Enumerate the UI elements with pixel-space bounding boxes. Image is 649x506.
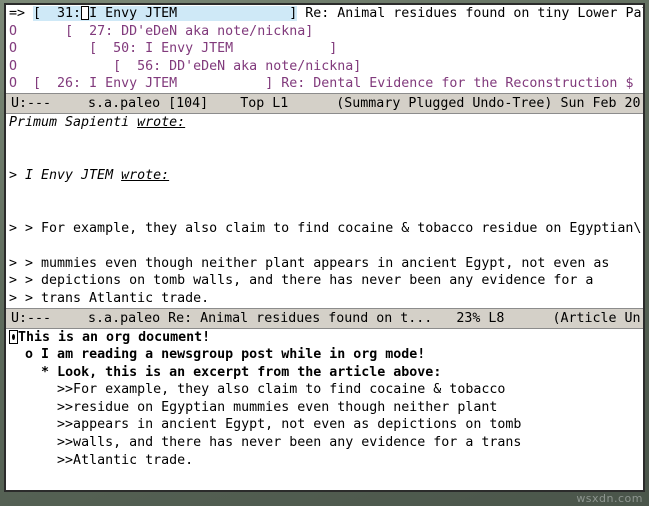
modeline-modes: (Summary Plugged Undo-Tree) <box>336 95 553 111</box>
article-attribution-name: Primum Sapienti <box>9 114 138 130</box>
summary-row[interactable]: O [ 56: DD'eDeN aka note/nickna] <box>6 58 643 76</box>
modeline-subject: Re: Animal residues found on t... <box>168 310 433 326</box>
summary-row-marker: O <box>9 23 18 39</box>
modeline-state: U:--- <box>11 95 52 111</box>
org-indent <box>9 400 57 415</box>
org-bullet-star-icon: * <box>41 364 50 380</box>
summary-row-marker: O <box>9 58 18 74</box>
gnus-article-window[interactable]: Primum Sapienti wrote: > I Envy JTEM wro… <box>6 113 643 329</box>
org-indent <box>9 347 25 362</box>
article-blank-line <box>6 184 643 202</box>
article-quote-line: > > trans Atlantic trade. <box>9 290 210 306</box>
org-indent <box>9 435 57 450</box>
summary-row-marker: O <box>9 41 18 57</box>
org-body-text: >>walls, and there has never been any ev… <box>57 435 522 451</box>
article-blank-line <box>6 202 643 220</box>
article-attribution-name: > I Envy JTEM <box>9 167 122 183</box>
summary-row-rest: Re: Animal residues found on tiny Lower … <box>297 6 643 21</box>
newsreader-icon <box>69 97 84 110</box>
summary-row-gap <box>17 59 113 74</box>
modeline-group: s.a.paleo <box>88 95 161 111</box>
summary-text-area[interactable]: => [ 31: I Envy JTEM ] Re: Animal residue… <box>6 5 643 93</box>
modeline-position: 23% L8 <box>456 310 505 326</box>
summary-row[interactable]: O [ 27: DD'eDeN aka note/nickna] <box>6 23 643 41</box>
article-blank-line <box>6 132 643 150</box>
summary-row-rest: Re: Dental Evidence for the Reconstructi… <box>273 76 634 92</box>
summary-row[interactable]: O [ 26: I Envy JTEM ] Re: Dental Evidenc… <box>6 75 643 93</box>
modeline-group: s.a.paleo <box>88 310 161 326</box>
org-window[interactable]: This is an org document! o I am reading … <box>6 328 643 490</box>
org-body-text: >>For example, they also claim to find c… <box>57 382 506 398</box>
org-body-text: >>residue on Egyptian mummies even thoug… <box>57 399 498 415</box>
article-quote-line: > > mummies even though neither plant ap… <box>9 255 610 271</box>
article-attribution-verb: wrote: <box>121 167 170 183</box>
summary-row-subject: [ 26: I Envy JTEM ] <box>33 76 274 92</box>
org-heading-text: This is an org document! <box>18 329 211 345</box>
org-body-text: >>Atlantic trade. <box>57 452 194 468</box>
org-bullet-circle-icon: o <box>25 347 34 363</box>
org-indent <box>9 417 57 432</box>
org-heading-level3[interactable]: * Look, this is an excerpt from the arti… <box>6 364 643 382</box>
org-heading-level2[interactable]: o I am reading a newsgroup post while in… <box>6 346 643 364</box>
article-modeline[interactable]: U:--- s.a.paleo Re: Animal residues foun… <box>6 307 643 329</box>
watermark: wsxdn.com <box>576 492 643 505</box>
article-blank-line <box>6 237 643 255</box>
gnus-summary-window[interactable]: => [ 31: I Envy JTEM ] Re: Animal residue… <box>6 5 643 114</box>
summary-row-subject: [ 50: I Envy JTEM ] <box>89 41 338 57</box>
modeline-modes: (Article Un <box>552 310 641 326</box>
summary-row-gap <box>17 41 89 56</box>
article-text-area[interactable]: Primum Sapienti wrote: > I Envy JTEM wro… <box>6 113 643 308</box>
org-blank-line <box>6 487 643 490</box>
summary-row-gap <box>17 76 33 91</box>
summary-row-gap <box>17 24 65 39</box>
summary-row-marker: O <box>9 76 18 92</box>
org-body-line: >>appears in ancient Egypt, not even as … <box>6 416 643 434</box>
article-line-attribution: > I Envy JTEM wrote: <box>6 167 643 185</box>
org-heading-text: I am reading a newsgroup post while in o… <box>41 347 426 363</box>
org-body-line: >>walls, and there has never been any ev… <box>6 434 643 452</box>
summary-row[interactable]: O [ 50: I Envy JTEM ] <box>6 40 643 58</box>
org-blank-line <box>6 469 643 487</box>
org-body-line: >>residue on Egyptian mummies even thoug… <box>6 399 643 417</box>
article-quote-line: > > depictions on tomb walls, and there … <box>9 273 594 289</box>
modeline-position: Top L1 <box>240 95 289 111</box>
summary-row-marker: => <box>9 6 26 21</box>
modeline-count: [104] <box>168 95 209 111</box>
org-body-line: >>For example, they also claim to find c… <box>6 381 643 399</box>
summary-row-highlight[interactable]: [ 31: I Envy JTEM ] <box>33 6 298 21</box>
summary-row-selected[interactable]: => [ 31: I Envy JTEM ] Re: Animal residue… <box>6 5 643 23</box>
org-indent <box>9 365 41 380</box>
modeline-state: U:--- <box>11 310 52 326</box>
emacs-frame: => [ 31: I Envy JTEM ] Re: Animal residue… <box>4 3 645 492</box>
article-attribution-verb: wrote: <box>137 114 186 130</box>
org-indent <box>9 453 57 468</box>
text-cursor <box>9 329 18 344</box>
summary-modeline[interactable]: U:--- s.a.paleo [104] Top L1 (Summary Pl… <box>6 92 643 114</box>
org-heading-level1[interactable]: This is an org document! <box>6 329 643 347</box>
article-blank-line <box>6 149 643 167</box>
org-heading-text: Look, this is an excerpt from the articl… <box>57 364 442 380</box>
summary-row-number: [ 31: <box>33 6 82 21</box>
summary-row-subject: [ 56: DD'eDeN aka note/nickna] <box>113 58 362 74</box>
article-line-attribution: Primum Sapienti wrote: <box>6 114 643 132</box>
article-quote-line: > > For example, they also claim to find… <box>9 220 642 236</box>
org-body-line: >>Atlantic trade. <box>6 452 643 470</box>
org-indent <box>9 382 57 397</box>
summary-row-subject: [ 27: DD'eDeN aka note/nickna] <box>65 23 314 39</box>
summary-row-gap <box>25 6 33 21</box>
modeline-datetime: Sun Feb 20 <box>560 95 641 111</box>
text-cursor <box>81 6 90 20</box>
org-text-area[interactable]: This is an org document! o I am reading … <box>6 328 643 490</box>
newsreader-icon <box>69 312 84 325</box>
org-body-text: >>appears in ancient Egypt, not even as … <box>57 417 522 433</box>
summary-row-subject: I Envy JTEM ] <box>89 6 298 21</box>
